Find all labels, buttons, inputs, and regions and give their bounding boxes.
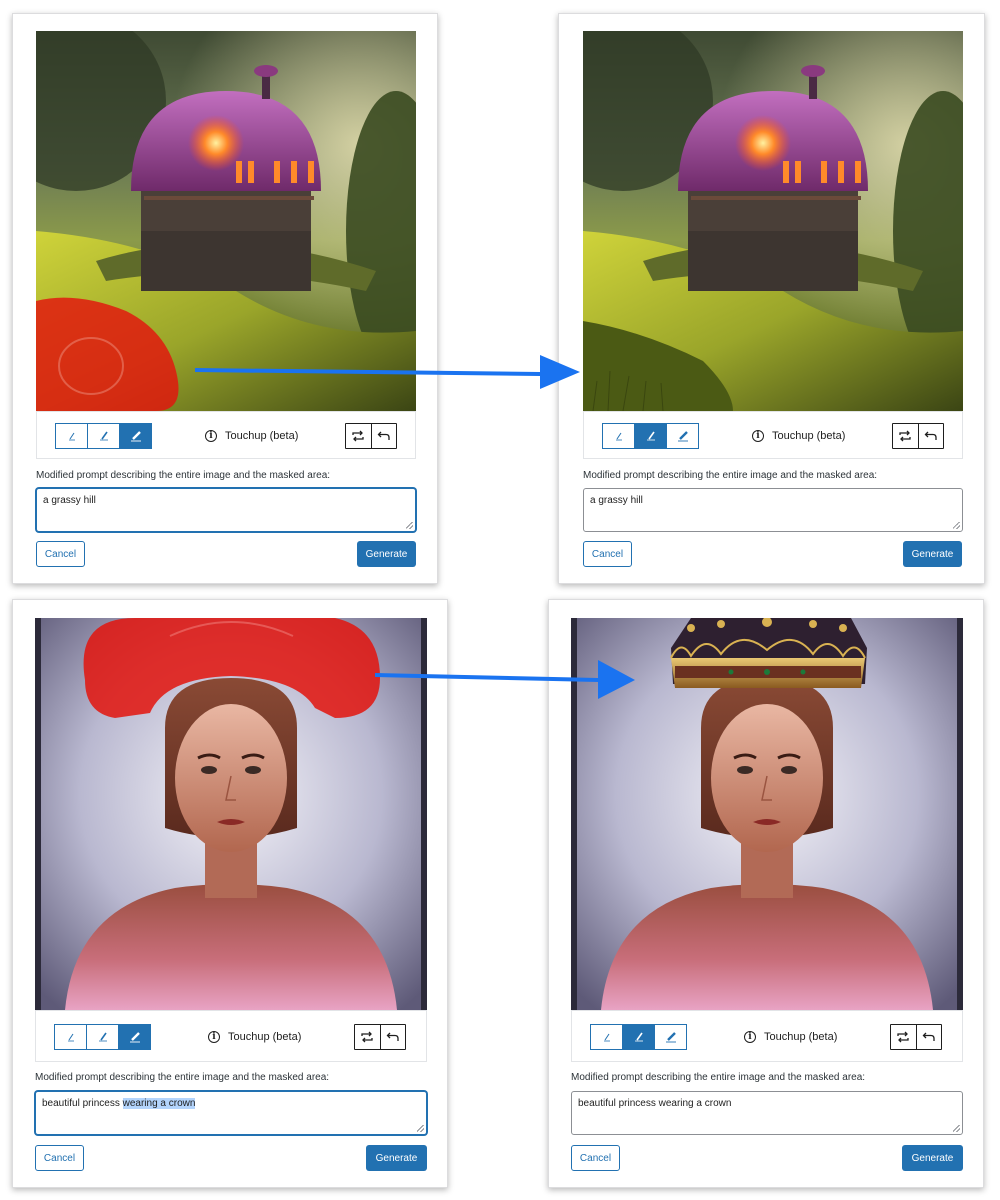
brush-size-group (54, 1024, 151, 1050)
brush-large-icon[interactable] (655, 1025, 686, 1049)
cancel-button[interactable]: Cancel (571, 1145, 620, 1171)
brush-small-icon[interactable] (55, 1025, 87, 1049)
touchup-label: Touchup (beta) (228, 1031, 302, 1043)
prompt-textarea[interactable]: a grassy hill (583, 488, 963, 532)
info-icon[interactable]: i (208, 1031, 220, 1043)
undo-icon[interactable] (919, 424, 944, 448)
info-icon[interactable]: i (205, 430, 217, 442)
history-actions (892, 423, 944, 449)
prompt-value: beautiful princess wearing a crown (578, 1098, 732, 1109)
prompt-value: a grassy hill (590, 495, 643, 506)
inpaint-panel-bottom-right: i Touchup (beta) Modified prompt describ… (548, 599, 984, 1188)
regenerate-icon[interactable] (355, 1025, 381, 1049)
regenerate-icon[interactable] (893, 424, 919, 448)
regenerate-icon[interactable] (346, 424, 372, 448)
brush-small-icon[interactable] (56, 424, 88, 448)
brush-medium-icon[interactable] (635, 424, 667, 448)
brush-size-group (55, 423, 152, 449)
cancel-button[interactable]: Cancel (35, 1145, 84, 1171)
history-actions (345, 423, 397, 449)
portrait-image-result[interactable] (571, 618, 963, 1010)
touchup-toolbar: i Touchup (beta) (571, 1010, 963, 1062)
prompt-label: Modified prompt describing the entire im… (571, 1072, 866, 1083)
resize-grip[interactable] (406, 522, 413, 529)
generate-button[interactable]: Generate (357, 541, 416, 567)
brush-large-icon[interactable] (667, 424, 698, 448)
touchup-label-group: i Touchup (beta) (744, 1025, 837, 1049)
touchup-toolbar: i Touchup (beta) (36, 411, 416, 459)
touchup-label-group: i Touchup (beta) (208, 1025, 301, 1049)
generate-button[interactable]: Generate (902, 1145, 963, 1171)
prompt-value: a grassy hill (43, 495, 96, 506)
touchup-label-group: i Touchup (beta) (205, 424, 298, 448)
brush-size-group (602, 423, 699, 449)
inpaint-panel-top-right: i Touchup (beta) Modified prompt describ… (558, 13, 985, 584)
history-actions (354, 1024, 406, 1050)
info-icon[interactable]: i (752, 430, 764, 442)
prompt-textarea[interactable]: a grassy hill (36, 488, 416, 532)
undo-icon[interactable] (372, 424, 397, 448)
touchup-toolbar: i Touchup (beta) (583, 411, 963, 459)
portrait-image-masked[interactable] (35, 618, 427, 1010)
inpaint-panel-top-left: i Touchup (beta) Modified prompt describ… (12, 13, 438, 584)
brush-medium-icon[interactable] (88, 424, 120, 448)
prompt-textarea[interactable]: beautiful princess wearing a crown (571, 1091, 963, 1135)
brush-large-icon[interactable] (119, 1025, 150, 1049)
info-icon[interactable]: i (744, 1031, 756, 1043)
touchup-label: Touchup (beta) (772, 430, 846, 442)
resize-grip[interactable] (417, 1125, 424, 1132)
prompt-label: Modified prompt describing the entire im… (36, 470, 331, 481)
touchup-label: Touchup (beta) (764, 1031, 838, 1043)
brush-medium-icon[interactable] (87, 1025, 119, 1049)
resize-grip[interactable] (953, 1125, 960, 1132)
regenerate-icon[interactable] (891, 1025, 917, 1049)
prompt-value-plain: beautiful princess (42, 1098, 123, 1109)
cancel-button[interactable]: Cancel (36, 541, 85, 567)
touchup-label-group: i Touchup (beta) (752, 424, 845, 448)
prompt-label: Modified prompt describing the entire im… (583, 470, 878, 481)
brush-small-icon[interactable] (603, 424, 635, 448)
touchup-label: Touchup (beta) (225, 430, 299, 442)
prompt-textarea[interactable]: beautiful princess wearing a crown (35, 1091, 427, 1135)
prompt-label: Modified prompt describing the entire im… (35, 1072, 330, 1083)
house-image-masked[interactable] (36, 31, 416, 411)
generate-button[interactable]: Generate (366, 1145, 427, 1171)
history-actions (890, 1024, 942, 1050)
resize-grip[interactable] (953, 522, 960, 529)
touchup-toolbar: i Touchup (beta) (35, 1010, 427, 1062)
undo-icon[interactable] (917, 1025, 942, 1049)
brush-size-group (590, 1024, 687, 1050)
prompt-value-selected: wearing a crown (122, 1098, 196, 1109)
inpaint-panel-bottom-left: i Touchup (beta) Modified prompt describ… (12, 599, 448, 1188)
brush-medium-icon[interactable] (623, 1025, 655, 1049)
undo-icon[interactable] (381, 1025, 406, 1049)
brush-large-icon[interactable] (120, 424, 151, 448)
cancel-button[interactable]: Cancel (583, 541, 632, 567)
brush-small-icon[interactable] (591, 1025, 623, 1049)
house-image-result[interactable] (583, 31, 963, 411)
generate-button[interactable]: Generate (903, 541, 962, 567)
